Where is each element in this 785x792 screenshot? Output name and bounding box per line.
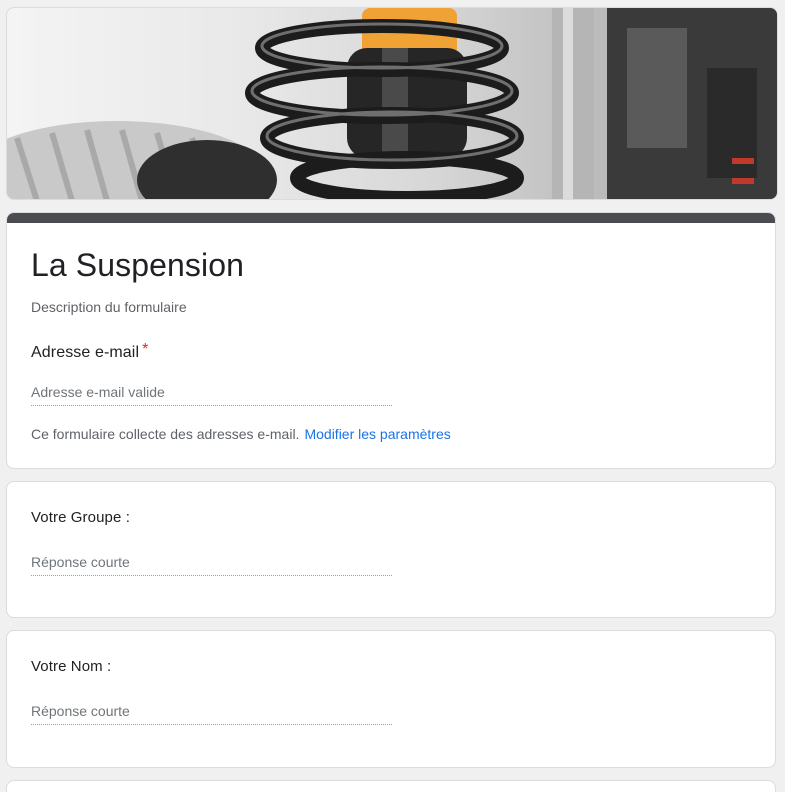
form-title: La Suspension (31, 247, 245, 283)
collection-note-text: Ce formulaire collecte des adresses e-ma… (31, 426, 300, 442)
question-card-nom: Votre Nom : (6, 630, 776, 768)
question-card-next (6, 780, 776, 792)
header-banner-image (6, 7, 778, 200)
nom-input[interactable] (31, 695, 392, 724)
question-card-groupe: Votre Groupe : (6, 481, 776, 618)
email-label-text: Adresse e-mail (31, 344, 140, 361)
modify-settings-link[interactable]: Modifier les paramètres (304, 426, 450, 442)
nom-input-wrapper (31, 695, 392, 725)
email-collection-note: Ce formulaire collecte des adresses e-ma… (31, 426, 451, 442)
theme-color-bar (7, 213, 775, 223)
form-title-card: La Suspension Description du formulaire … (6, 212, 776, 469)
question-label-groupe: Votre Groupe : (31, 509, 130, 526)
groupe-input-wrapper (31, 546, 392, 576)
form-description: Description du formulaire (31, 299, 187, 315)
email-input[interactable] (31, 376, 392, 405)
suspension-illustration (7, 8, 777, 199)
question-label-nom: Votre Nom : (31, 658, 112, 675)
email-input-wrapper (31, 376, 392, 406)
required-asterisk: * (142, 341, 149, 358)
groupe-input[interactable] (31, 546, 392, 575)
email-question-label: Adresse e-mail * (31, 341, 149, 362)
